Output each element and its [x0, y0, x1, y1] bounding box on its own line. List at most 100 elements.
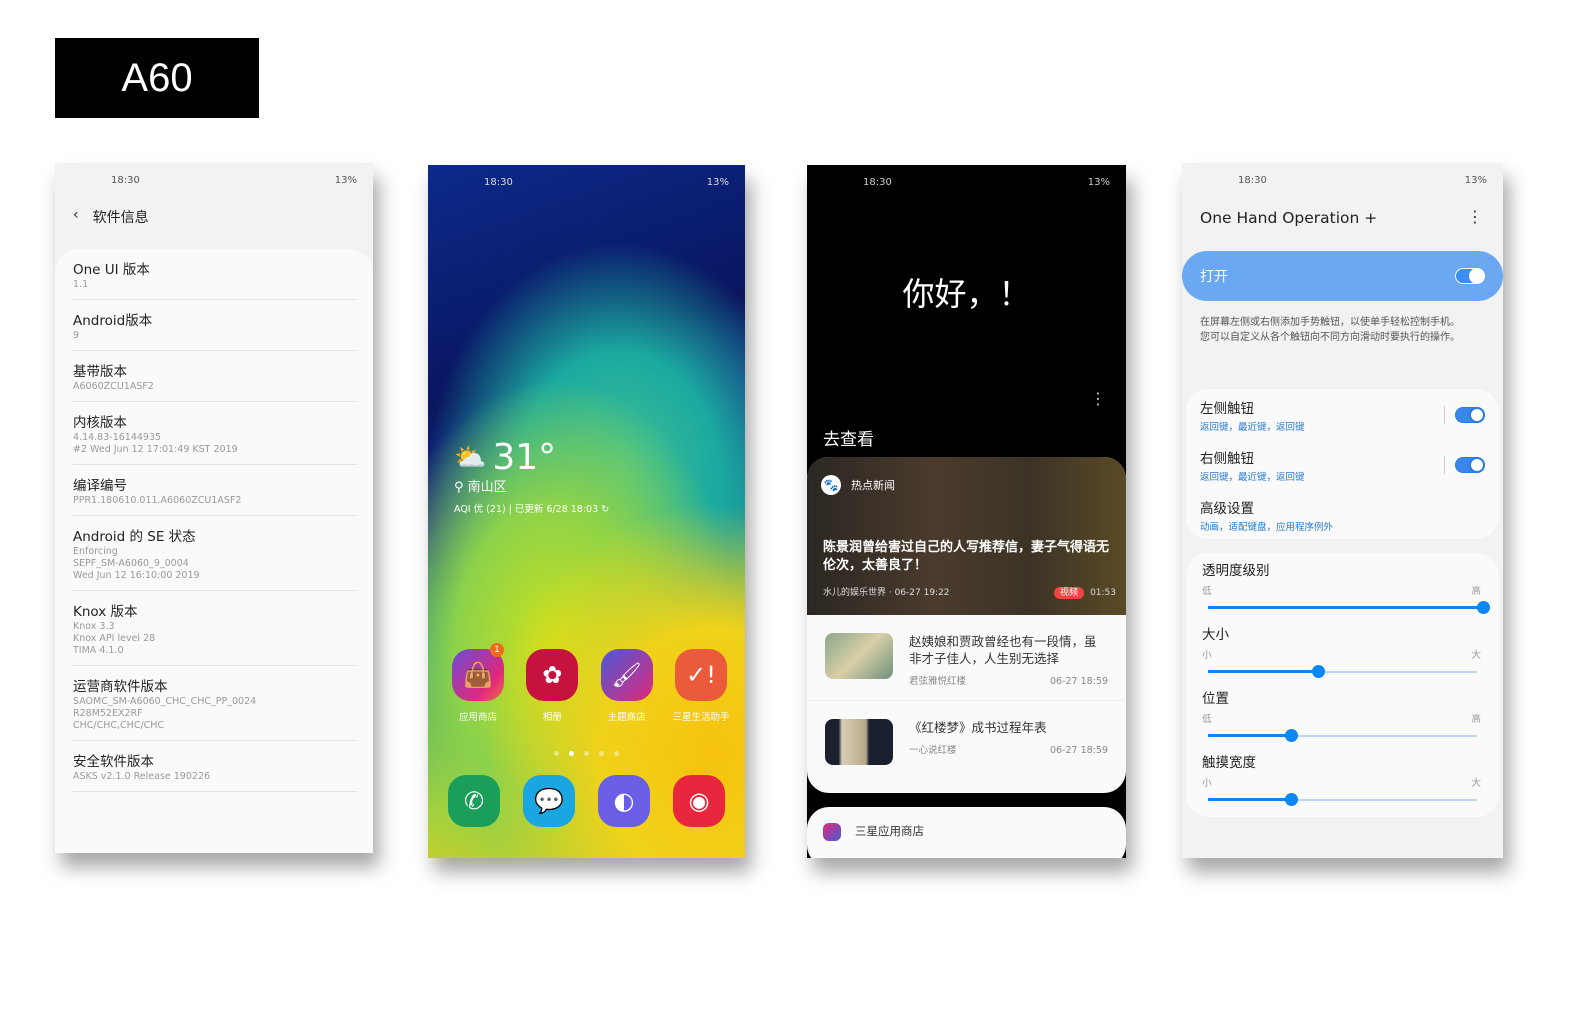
slider-fill	[1208, 734, 1291, 737]
setting-sub: 返回键，最近键，返回键	[1200, 472, 1305, 483]
description: 在屏幕左侧或右侧添加手势触钮，以使单手轻松控制手机。 您可以自定义从各个触钮向不…	[1200, 317, 1460, 343]
news-card: 🐾 热点新闻 陈景润曾给害过自己的人写推荐信，妻子气得语无伦次，太善良了！ 水儿的…	[807, 457, 1126, 793]
slider[interactable]	[1202, 729, 1481, 743]
status-bar: 18:30 13%	[55, 175, 373, 189]
item-title: 安全软件版本	[73, 754, 154, 770]
slider-title: 触摸宽度	[1202, 755, 1256, 771]
list-item: 安全软件版本 ASKS v2.1.0 Release 190226	[73, 741, 357, 792]
hero-news[interactable]: 🐾 热点新闻 陈景润曾给害过自己的人写推荐信，妻子气得语无伦次，太善良了！ 水儿的…	[807, 457, 1126, 615]
app-theme-store[interactable]: 🖌 主题商店	[591, 649, 663, 723]
slider-title: 透明度级别	[1202, 563, 1270, 579]
news-title: 赵姨娘和贾政曾经也有一段情，虽非才子佳人，人生别无选择	[909, 634, 1097, 666]
slider-min-label: 低	[1202, 586, 1212, 597]
checkmark-icon: ✓!	[674, 649, 727, 701]
setting-title: 右侧触钮	[1200, 451, 1254, 467]
phone-one-hand-operation: 18:30 13% One Hand Operation + ⋮ 打开 在屏幕左侧…	[1182, 163, 1503, 858]
status-battery: 13%	[1464, 175, 1487, 186]
list-item: One UI 版本 1.1	[73, 249, 357, 300]
slider-max-label: 高	[1471, 586, 1481, 597]
messages-icon[interactable]: 💬	[523, 775, 575, 827]
status-bar: 18:30 13%	[807, 177, 1126, 191]
page-title: One Hand Operation +	[1200, 209, 1378, 227]
status-battery: 13%	[334, 175, 357, 186]
item-title: 编译编号	[73, 478, 127, 494]
list-item: 运营商软件版本 SAOMC_SM-A6060_CHC_CHC_PP_0024 R2…	[73, 666, 357, 741]
phone-bixby-home: 18:30 13% 你好，！ ⋮ 去查看 🐾 热点新闻 陈景润曾给害过自己的人写推荐…	[807, 165, 1126, 858]
sliders-group: 透明度级别 低高 大小 小大 位置 低高 触摸宽度 小大	[1186, 553, 1499, 817]
slider-title: 大小	[1202, 627, 1229, 643]
more-options-icon[interactable]: ⋮	[1090, 389, 1106, 408]
setting-sub: 返回键，最近键，返回键	[1200, 422, 1305, 433]
item-value: 4.14.83-16144935 #2 Wed Jun 12 17:01:49 …	[73, 432, 238, 455]
setting-sub: 动画，适配键盘，应用程序例外	[1200, 522, 1334, 533]
news-item[interactable]: 《红楼梦》成书过程年表 一心说红楼 06-27 18:59	[809, 701, 1124, 775]
news-time: 06-27 18:59	[1049, 745, 1108, 756]
app-galaxy-store[interactable]: 👜 1 应用商店	[442, 643, 514, 723]
slider-setting: 大小 小 大	[1186, 617, 1499, 681]
internet-icon[interactable]: ◐	[598, 775, 650, 827]
list-item: Android 的 SE 状态 Enforcing SEPF_SM-A6060_9…	[73, 516, 357, 591]
refresh-icon[interactable]: ↻	[601, 504, 609, 515]
setting-title: 高级设置	[1200, 501, 1254, 517]
news-title: 《红楼梦》成书过程年表	[909, 720, 1047, 735]
item-title: One UI 版本	[73, 262, 150, 278]
news-source: 热点新闻	[851, 479, 895, 492]
item-title: 内核版本	[73, 415, 127, 431]
master-label: 打开	[1200, 269, 1228, 285]
slider-thumb[interactable]	[1312, 665, 1325, 678]
slider-min-label: 小	[1202, 778, 1212, 789]
page-indicator	[428, 751, 745, 756]
item-title: 运营商软件版本	[73, 679, 168, 695]
slider-thumb[interactable]	[1284, 793, 1298, 806]
app-label: 主题商店	[607, 712, 646, 723]
setting-title: 左侧触钮	[1200, 401, 1254, 417]
news-item[interactable]: 赵姨娘和贾政曾经也有一段情，虽非才子佳人，人生别无选择 君弦雅悦红楼 06-27 1…	[809, 615, 1124, 701]
slider[interactable]	[1202, 793, 1481, 807]
hero-headline: 陈景润曾给害过自己的人写推荐信，妻子气得语无伦次，太善良了！	[823, 540, 1110, 573]
master-switch[interactable]: 打开	[1182, 251, 1503, 301]
news-thumbnail	[825, 633, 893, 679]
app-gallery[interactable]: ✿ 相册	[516, 649, 588, 723]
slider-fill	[1208, 606, 1483, 609]
slider[interactable]	[1202, 665, 1481, 679]
location-pin-icon: ⚲	[454, 480, 464, 495]
aqi-text: AQI 优 (21) | 已更新 6/28 18:03	[454, 504, 599, 515]
back-icon[interactable]: ‹	[73, 207, 79, 227]
galaxy-store-icon	[823, 823, 841, 841]
more-options-icon[interactable]: ⋮	[1467, 207, 1483, 226]
slider[interactable]	[1202, 601, 1490, 615]
slider-setting: 触摸宽度 小 大	[1186, 745, 1499, 809]
partly-cloudy-icon: ⛅	[454, 442, 487, 473]
advanced-settings[interactable]: 高级设置动画，适配键盘，应用程序例外	[1186, 489, 1499, 539]
list-item: Knox 版本 Knox 3.3 Knox API level 28 TIMA 4…	[73, 591, 357, 666]
slider-thumb[interactable]	[1477, 601, 1490, 614]
item-value: ASKS v2.1.0 Release 190226	[73, 771, 211, 782]
news-source: 君弦雅悦红楼	[909, 676, 967, 687]
item-value: 1.1	[73, 279, 89, 290]
list-item: 内核版本 4.14.83-16144935 #2 Wed Jun 12 17:01…	[73, 402, 357, 465]
phone-icon[interactable]: ✆	[448, 775, 500, 827]
app-label: 三星生活助手	[672, 712, 730, 723]
left-handle-toggle[interactable]	[1455, 407, 1485, 423]
left-handle-setting[interactable]: 左侧触钮返回键，最近键，返回键	[1186, 389, 1499, 439]
app-label: 应用商店	[458, 712, 497, 723]
status-time: 18:30	[863, 177, 892, 188]
item-value: SAOMC_SM-A6060_CHC_CHC_PP_0024 R28M52EX2…	[73, 696, 257, 731]
phone-software-info: 18:30 13% ‹ 软件信息 One UI 版本 1.1 Android版本 9 基…	[55, 163, 373, 853]
right-handle-setting[interactable]: 右侧触钮返回键，最近键，返回键	[1186, 439, 1499, 489]
status-bar: 18:30 13%	[428, 177, 745, 191]
app-life-assistant[interactable]: ✓! 三星生活助手	[665, 649, 737, 723]
baidu-paw-icon: 🐾	[821, 475, 841, 495]
weather-widget[interactable]: ⛅ 31° ⚲ 南山区 AQI 优 (21) | 已更新 6/28 18:03 ↻	[454, 437, 609, 515]
slider-min-label: 小	[1202, 650, 1212, 661]
master-toggle[interactable]	[1455, 268, 1485, 284]
model-label: A60	[55, 38, 259, 118]
hero-meta: 水儿的娱乐世界 · 06-27 19:22	[823, 588, 950, 598]
slider-thumb[interactable]	[1284, 729, 1298, 742]
galaxy-store-card[interactable]: 三星应用商店	[807, 807, 1126, 858]
right-handle-toggle[interactable]	[1455, 457, 1485, 473]
item-title: Knox 版本	[73, 604, 138, 620]
camera-icon[interactable]: ◉	[673, 775, 725, 827]
info-list: One UI 版本 1.1 Android版本 9 基带版本 A6060ZCU1ASF…	[55, 249, 373, 853]
status-battery: 13%	[706, 177, 729, 188]
